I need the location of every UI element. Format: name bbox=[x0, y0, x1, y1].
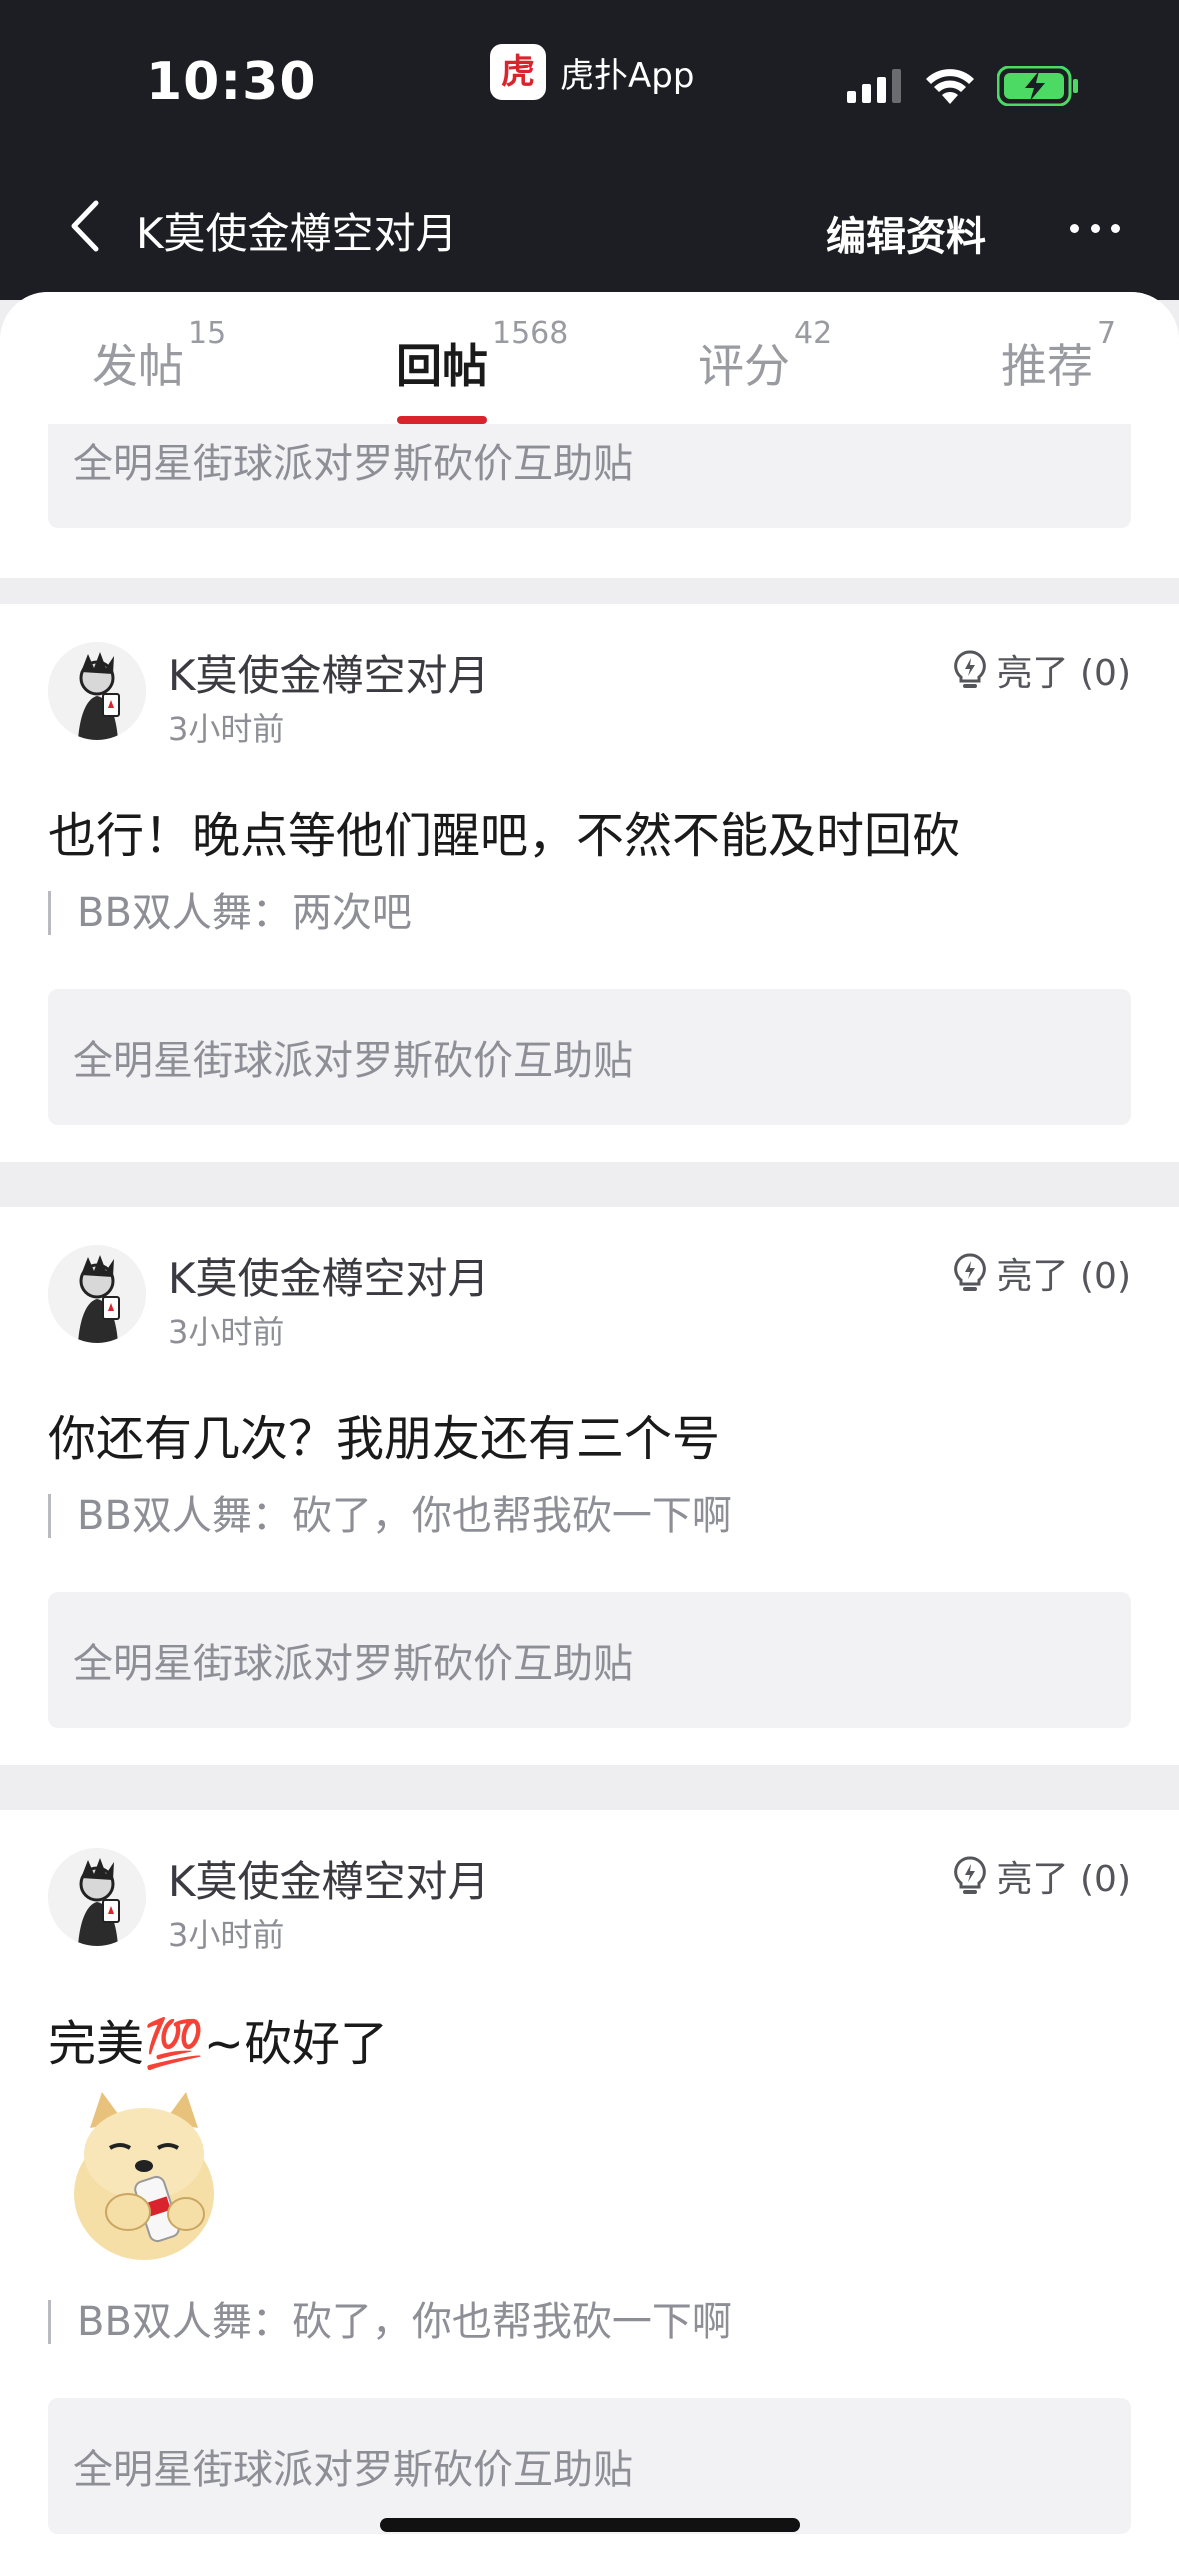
avatar[interactable] bbox=[48, 1245, 146, 1343]
quoted-reply: BB双人舞：砍了，你也帮我砍一下啊 bbox=[48, 1494, 732, 1538]
reply-content: 也行！晚点等他们醒吧，不然不能及时回砍 bbox=[48, 808, 961, 864]
tab-label: 评分 bbox=[698, 339, 790, 393]
lightbulb-icon bbox=[953, 650, 986, 688]
like-button[interactable]: 亮了 (0) bbox=[953, 644, 1131, 696]
thread-link[interactable]: 全明星街球派对罗斯砍价互助贴 bbox=[48, 989, 1131, 1125]
tab-recommend[interactable]: 推荐 7 bbox=[1001, 316, 1116, 396]
tab-label: 回帖 bbox=[396, 339, 488, 393]
tab-label: 推荐 bbox=[1001, 339, 1093, 393]
lightbulb-icon bbox=[953, 1253, 986, 1291]
page-title: K莫使金樽空对月 bbox=[136, 209, 458, 258]
tab-replies[interactable]: 回帖 1568 bbox=[396, 316, 568, 396]
content-sheet: 全明星街球派对罗斯砍价互助贴 发帖15 回帖1568 评分42 推荐7 bbox=[0, 292, 1179, 2556]
thread-link[interactable]: 全明星街球派对罗斯砍价互助贴 bbox=[48, 2398, 1131, 2534]
status-indicators bbox=[847, 66, 1079, 106]
like-button[interactable]: 亮了 (0) bbox=[953, 1247, 1131, 1299]
reply-card[interactable]: K莫使金樽空对月 3小时前 亮了 (0) 你还有几次？我朋友还有三个号 BB双人… bbox=[0, 1207, 1179, 1765]
post-time: 3小时前 bbox=[168, 1313, 285, 1351]
cellular-signal-icon bbox=[847, 69, 901, 103]
status-time: 10:30 bbox=[146, 52, 317, 112]
tab-label: 发帖 bbox=[92, 339, 184, 393]
tab-count: 7 bbox=[1097, 316, 1117, 351]
active-tab-indicator bbox=[397, 416, 487, 424]
status-app-name: 虎扑App bbox=[560, 55, 695, 96]
dog-sticker-image[interactable] bbox=[58, 2082, 230, 2262]
chevron-left-icon bbox=[71, 200, 99, 252]
battery-charging-icon bbox=[997, 66, 1078, 106]
like-count: 亮了 (0) bbox=[996, 653, 1131, 694]
author-name[interactable]: K莫使金樽空对月 bbox=[168, 642, 490, 703]
reply-card[interactable]: K莫使金樽空对月 3小时前 亮了 (0) 完美💯~砍好了 BB双人舞：砍了，你也… bbox=[0, 1810, 1179, 2556]
profile-tabs: 发帖 15 回帖 1568 评分 42 推荐 7 bbox=[0, 292, 1179, 424]
tab-ratings[interactable]: 评分 42 bbox=[698, 316, 832, 396]
wifi-icon bbox=[926, 69, 974, 104]
like-count: 亮了 (0) bbox=[996, 1256, 1131, 1297]
tab-count: 15 bbox=[188, 316, 227, 351]
like-count: 亮了 (0) bbox=[996, 1859, 1131, 1900]
edit-profile-button[interactable]: 编辑资料 bbox=[826, 204, 986, 262]
tab-count: 42 bbox=[794, 316, 833, 351]
author-name[interactable]: K莫使金樽空对月 bbox=[168, 1245, 490, 1306]
quoted-reply: BB双人舞：砍了，你也帮我砍一下啊 bbox=[48, 2300, 732, 2344]
home-indicator[interactable] bbox=[380, 2518, 800, 2532]
reply-content: 你还有几次？我朋友还有三个号 bbox=[48, 1411, 721, 1467]
tab-count: 1568 bbox=[492, 316, 569, 351]
reply-card[interactable]: K莫使金樽空对月 3小时前 亮了 (0) 也行！晚点等他们醒吧，不然不能及时回砍… bbox=[0, 604, 1179, 1162]
post-time: 3小时前 bbox=[168, 1916, 285, 1954]
hupu-logo-icon: 虎 bbox=[490, 44, 546, 100]
post-time: 3小时前 bbox=[168, 710, 285, 748]
back-button[interactable] bbox=[60, 196, 110, 256]
reply-content: 完美💯~砍好了 bbox=[48, 2016, 388, 2072]
thread-link[interactable]: 全明星街球派对罗斯砍价互助贴 bbox=[48, 1592, 1131, 1728]
avatar[interactable] bbox=[48, 642, 146, 740]
tab-posts[interactable]: 发帖 15 bbox=[92, 316, 226, 396]
author-name[interactable]: K莫使金樽空对月 bbox=[168, 1848, 490, 1909]
more-icon[interactable] bbox=[1070, 208, 1120, 248]
like-button[interactable]: 亮了 (0) bbox=[953, 1850, 1131, 1902]
avatar[interactable] bbox=[48, 1848, 146, 1946]
lightbulb-icon bbox=[953, 1856, 986, 1894]
status-app-return[interactable]: 虎 虎扑App bbox=[490, 44, 694, 100]
top-header: 10:30 虎 虎扑App K莫使金樽空对月 编辑资料 bbox=[0, 0, 1179, 300]
quoted-reply: BB双人舞：两次吧 bbox=[48, 891, 412, 935]
